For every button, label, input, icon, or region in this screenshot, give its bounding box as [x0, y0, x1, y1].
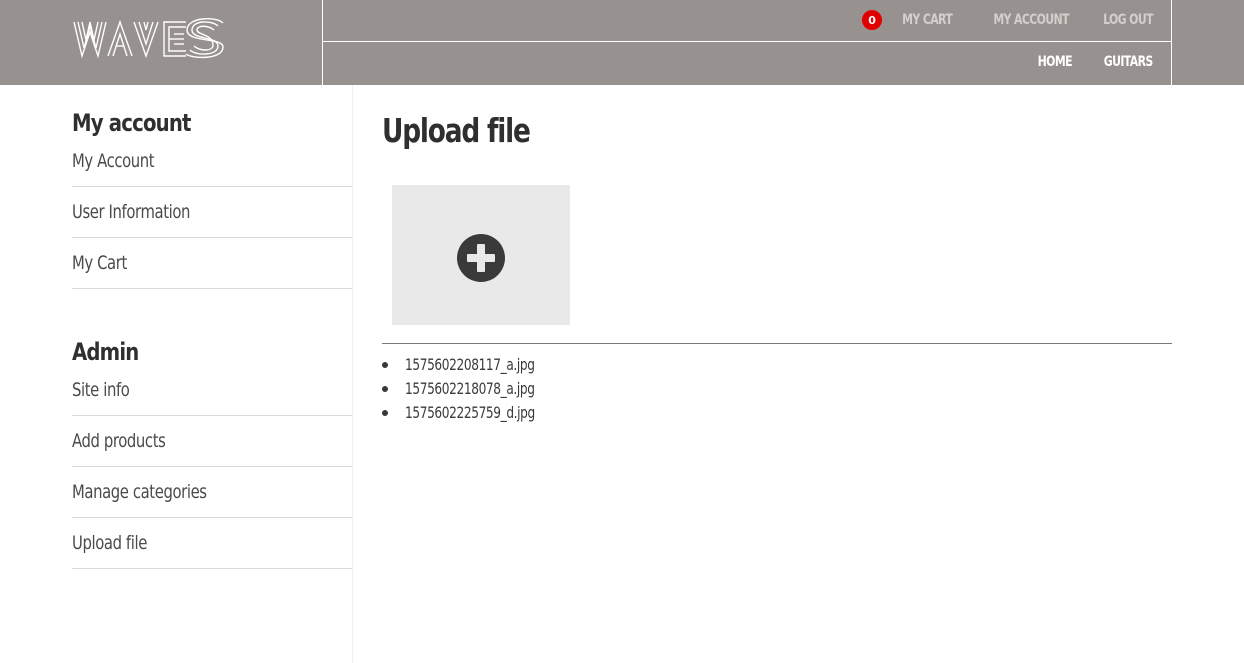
- user-links: 0 MY CART MY ACCOUNT LOG OUT: [862, 10, 1154, 30]
- file-name: 1575602208117_a.jpg: [405, 355, 535, 374]
- waves-logo[interactable]: [72, 18, 248, 62]
- list-item: 1575602225759_d.jpg: [382, 401, 576, 425]
- header-nav: 0 MY CART MY ACCOUNT LOG OUT HOME GUITAR…: [322, 0, 1172, 85]
- my-cart-link[interactable]: MY CART: [902, 12, 953, 28]
- plus-circle-icon: [457, 234, 505, 282]
- sidebar-item-label: Manage categories: [72, 481, 207, 503]
- sidebar-item-label: My Account: [72, 150, 155, 172]
- account-menu: My Account User Information My Cart: [72, 150, 352, 289]
- sidebar-item-manage-categories[interactable]: Manage categories: [72, 467, 352, 518]
- sidebar-item-label: Upload file: [72, 532, 147, 554]
- cart-link-group[interactable]: 0 MY CART: [862, 10, 953, 30]
- cart-count-badge: 0: [862, 10, 883, 30]
- list-item: 1575602208117_a.jpg: [382, 353, 576, 377]
- bullet-icon: [382, 362, 388, 368]
- guitars-link[interactable]: GUITARS: [1104, 54, 1153, 70]
- sidebar-item-add-products[interactable]: Add products: [72, 416, 352, 467]
- sidebar-item-label: Add products: [72, 430, 166, 452]
- home-link[interactable]: HOME: [1038, 54, 1073, 70]
- header-top-bar: 0 MY CART MY ACCOUNT LOG OUT: [323, 0, 1171, 42]
- sidebar-item-user-information[interactable]: User Information: [72, 187, 352, 238]
- log-out-link[interactable]: LOG OUT: [1103, 12, 1153, 28]
- file-dropzone[interactable]: [392, 185, 570, 325]
- sidebar-item-my-account[interactable]: My Account: [72, 136, 352, 187]
- header-bottom-bar: HOME GUITARS: [323, 43, 1171, 85]
- admin-heading: Admin: [72, 338, 139, 366]
- main-content: Upload file 1575602208117_a.jpg 15756022…: [382, 85, 1172, 663]
- my-account-heading: My account: [72, 109, 191, 137]
- page-title: Upload file: [382, 111, 531, 150]
- my-account-link[interactable]: MY ACCOUNT: [994, 12, 1070, 28]
- file-name: 1575602218078_a.jpg: [405, 379, 535, 398]
- sidebar-item-label: Site info: [72, 379, 130, 401]
- file-name: 1575602225759_d.jpg: [405, 403, 535, 422]
- admin-menu: Site info Add products Manage categories…: [72, 379, 352, 569]
- divider: [382, 343, 1172, 344]
- bullet-icon: [382, 386, 388, 392]
- main-nav: HOME GUITARS: [1010, 54, 1154, 70]
- sidebar-item-my-cart[interactable]: My Cart: [72, 238, 352, 289]
- sidebar-item-site-info[interactable]: Site info: [72, 365, 352, 416]
- uploaded-file-list: 1575602208117_a.jpg 1575602218078_a.jpg …: [382, 353, 576, 425]
- sidebar-item-upload-file[interactable]: Upload file: [72, 518, 352, 569]
- sidebar-item-label: My Cart: [72, 252, 127, 274]
- sidebar-item-label: User Information: [72, 201, 191, 223]
- bullet-icon: [382, 410, 388, 416]
- sidebar: My account My Account User Information M…: [72, 85, 353, 663]
- list-item: 1575602218078_a.jpg: [382, 377, 576, 401]
- site-header: 0 MY CART MY ACCOUNT LOG OUT HOME GUITAR…: [0, 0, 1244, 85]
